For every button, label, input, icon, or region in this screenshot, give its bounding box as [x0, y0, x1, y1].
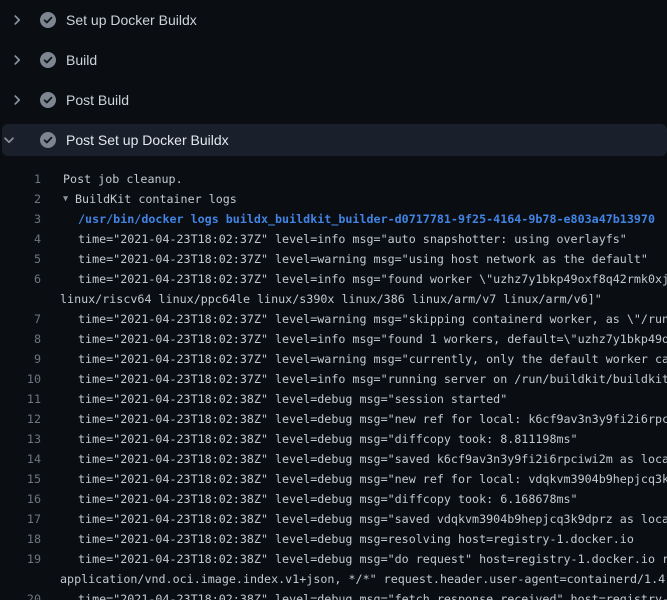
log-line-text: time="2021-04-23T18:02:38Z" level=debug …: [78, 532, 634, 546]
step-row[interactable]: Build: [2, 44, 667, 76]
log-line-text: time="2021-04-23T18:02:37Z" level=info m…: [78, 232, 627, 246]
log-line-text: time="2021-04-23T18:02:38Z" level=debug …: [78, 452, 667, 466]
log-line-number[interactable]: 6: [0, 272, 41, 286]
log-line: 18 time="2021-04-23T18:02:38Z" level=deb…: [0, 529, 667, 549]
log-line: 9 time="2021-04-23T18:02:37Z" level=warn…: [0, 349, 667, 369]
chevron-down-icon[interactable]: [2, 133, 32, 147]
log-line-text: time="2021-04-23T18:02:38Z" level=debug …: [78, 392, 507, 406]
step-label: Build: [66, 52, 97, 68]
group-expander-icon[interactable]: ▼: [63, 194, 75, 204]
log-line-text: time="2021-04-23T18:02:38Z" level=debug …: [78, 492, 578, 506]
log-line-number[interactable]: 10: [0, 372, 41, 386]
log-line-text: time="2021-04-23T18:02:38Z" level=debug …: [78, 412, 667, 426]
step-row[interactable]: Post Build: [2, 84, 667, 116]
log-line-number[interactable]: 16: [0, 492, 41, 506]
log-line-number[interactable]: 17: [0, 512, 41, 526]
log-line-text: time="2021-04-23T18:02:37Z" level=info m…: [78, 272, 667, 286]
chevron-right-icon[interactable]: [2, 13, 32, 27]
log-line-text: /usr/bin/docker logs buildx_buildkit_bui…: [78, 212, 655, 226]
log-line: 20 time="2021-04-23T18:02:38Z" level=deb…: [0, 589, 667, 600]
log-line: 2 ▼BuildKit container logs: [0, 189, 667, 209]
log-line-number[interactable]: 3: [0, 212, 41, 226]
chevron-right-icon[interactable]: [2, 93, 32, 107]
log-line-number[interactable]: 13: [0, 432, 41, 446]
log-line-text: linux/riscv64 linux/ppc64le linux/s390x …: [60, 292, 602, 306]
step-label: Post Set up Docker Buildx: [66, 132, 229, 148]
log-line-number[interactable]: 18: [0, 532, 41, 546]
log-line-text: time="2021-04-23T18:02:38Z" level=debug …: [78, 552, 667, 566]
chevron-right-icon[interactable]: [2, 53, 32, 67]
log-line-number[interactable]: 12: [0, 412, 41, 426]
log-line: 8 time="2021-04-23T18:02:37Z" level=info…: [0, 329, 667, 349]
log-line-text: time="2021-04-23T18:02:37Z" level=info m…: [78, 372, 667, 386]
step-label: Post Build: [66, 92, 129, 108]
log-line: 14 time="2021-04-23T18:02:38Z" level=deb…: [0, 449, 667, 469]
check-circle-icon: [40, 12, 56, 28]
log-line: 12 time="2021-04-23T18:02:38Z" level=deb…: [0, 409, 667, 429]
step-row[interactable]: Set up Docker Buildx: [2, 4, 667, 36]
check-circle-icon: [40, 52, 56, 68]
log-line-number[interactable]: 8: [0, 332, 41, 346]
log-line: 11 time="2021-04-23T18:02:38Z" level=deb…: [0, 389, 667, 409]
workflow-log-viewer: Set up Docker Buildx Build Post Build: [0, 0, 667, 600]
log-line-text: BuildKit container logs: [75, 192, 237, 206]
log-line: 16 time="2021-04-23T18:02:38Z" level=deb…: [0, 489, 667, 509]
log-line-text: time="2021-04-23T18:02:37Z" level=warnin…: [78, 312, 667, 326]
log-line: 1 Post job cleanup.: [0, 169, 667, 189]
log-line-text: time="2021-04-23T18:02:38Z" level=debug …: [78, 472, 667, 486]
log-line-number[interactable]: 14: [0, 452, 41, 466]
log-line: 17 time="2021-04-23T18:02:38Z" level=deb…: [0, 509, 667, 529]
log-line: 13 time="2021-04-23T18:02:38Z" level=deb…: [0, 429, 667, 449]
log-line-number[interactable]: 7: [0, 312, 41, 326]
log-line: 5 time="2021-04-23T18:02:37Z" level=warn…: [0, 249, 667, 269]
log-line-number[interactable]: 9: [0, 352, 41, 366]
step-label: Set up Docker Buildx: [66, 12, 197, 28]
log-line: 4 time="2021-04-23T18:02:37Z" level=info…: [0, 229, 667, 249]
log-line: application/vnd.oci.image.index.v1+json,…: [0, 569, 667, 589]
log-line-number[interactable]: 20: [0, 592, 41, 600]
log-line-text: time="2021-04-23T18:02:38Z" level=debug …: [78, 592, 667, 600]
log-line-number[interactable]: 2: [0, 192, 41, 206]
log-line: 15 time="2021-04-23T18:02:38Z" level=deb…: [0, 469, 667, 489]
log-line-text: Post job cleanup.: [63, 172, 183, 186]
log-line-text: time="2021-04-23T18:02:37Z" level=info m…: [78, 332, 667, 346]
step-row[interactable]: Post Set up Docker Buildx: [2, 124, 667, 156]
log-line-number[interactable]: 5: [0, 252, 41, 266]
log-line: 7 time="2021-04-23T18:02:37Z" level=warn…: [0, 309, 667, 329]
log-line-number[interactable]: 11: [0, 392, 41, 406]
log-line-text: application/vnd.oci.image.index.v1+json,…: [60, 572, 665, 586]
log-line-number[interactable]: 4: [0, 232, 41, 246]
log-line-number[interactable]: 1: [0, 172, 41, 186]
log-line: 6 time="2021-04-23T18:02:37Z" level=info…: [0, 269, 667, 289]
check-circle-icon: [40, 92, 56, 108]
log-line: 10 time="2021-04-23T18:02:37Z" level=inf…: [0, 369, 667, 389]
log-line-text: time="2021-04-23T18:02:37Z" level=warnin…: [78, 352, 667, 366]
log-area: 1 Post job cleanup. 2 ▼BuildKit containe…: [0, 169, 667, 600]
steps-list: Set up Docker Buildx Build Post Build: [0, 0, 667, 156]
log-line: linux/riscv64 linux/ppc64le linux/s390x …: [0, 289, 667, 309]
log-line-number[interactable]: 15: [0, 472, 41, 486]
log-line-number[interactable]: 19: [0, 552, 41, 566]
log-line-text: time="2021-04-23T18:02:38Z" level=debug …: [78, 512, 667, 526]
log-line: 3 /usr/bin/docker logs buildx_buildkit_b…: [0, 209, 667, 229]
log-line-text: time="2021-04-23T18:02:38Z" level=debug …: [78, 432, 578, 446]
check-circle-icon: [40, 132, 56, 148]
log-line: 19 time="2021-04-23T18:02:38Z" level=deb…: [0, 549, 667, 569]
log-line-text: time="2021-04-23T18:02:37Z" level=warnin…: [78, 252, 648, 266]
